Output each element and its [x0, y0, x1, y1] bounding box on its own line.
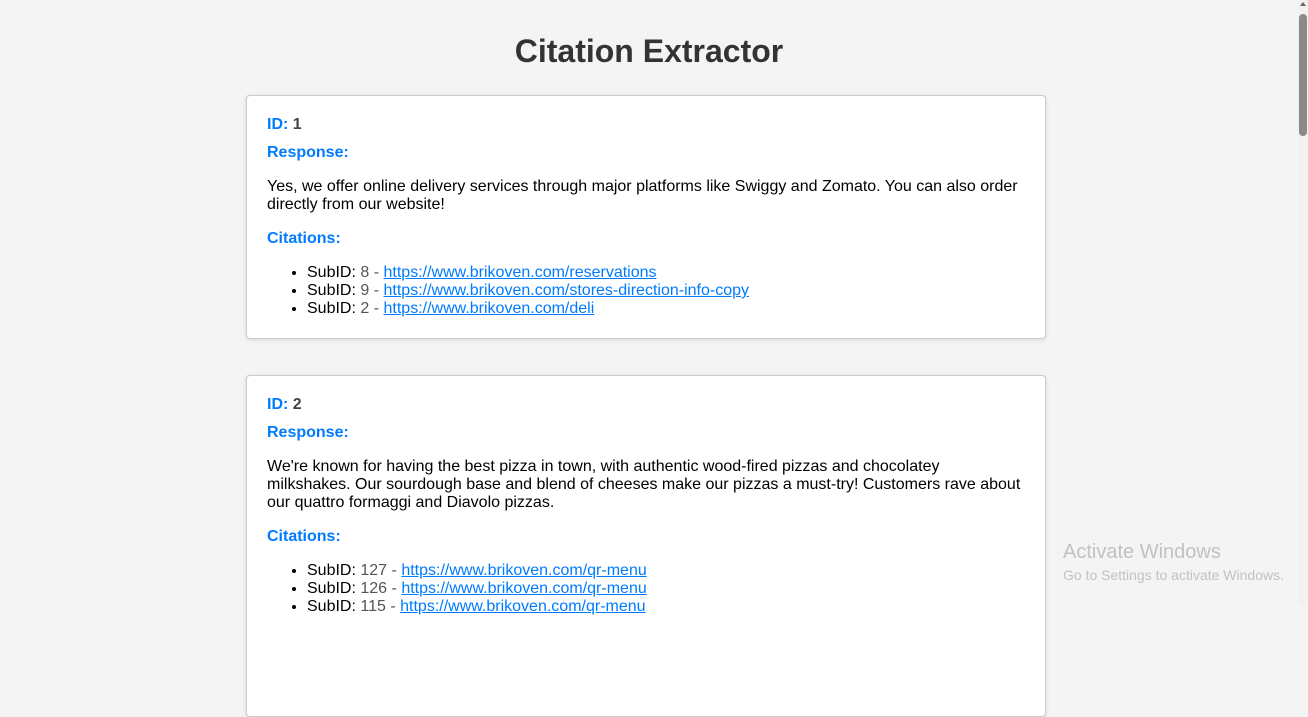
citation-link[interactable]: https://www.brikoven.com/qr-menu [401, 562, 646, 579]
citations-label: Citations: [267, 230, 341, 247]
citation-item: SubID: 126 - https://www.brikoven.com/qr… [307, 580, 1025, 598]
citation-item: SubID: 8 - https://www.brikoven.com/rese… [307, 264, 1025, 282]
response-text: We're known for having the best pizza in… [267, 458, 1021, 511]
page-title: Citation Extractor [514, 33, 784, 69]
separator: - [391, 580, 397, 597]
subid-value: 8 [360, 264, 370, 281]
citation-link[interactable]: https://www.brikoven.com/qr-menu [401, 580, 646, 597]
citations-label: Citations: [267, 528, 341, 545]
citation-link[interactable]: https://www.brikoven.com/reservations [384, 264, 657, 281]
id-value: 2 [292, 396, 302, 413]
subid-label: SubID: [307, 562, 356, 579]
separator: - [373, 264, 380, 281]
scrollbar-thumb[interactable] [1299, 14, 1307, 136]
citation-card: ID: 2 Response: We're known for having t… [246, 375, 1046, 717]
subid-label: SubID: [307, 282, 356, 299]
id-row: ID: 2 [267, 396, 1025, 414]
subid-label: SubID: [307, 264, 356, 281]
subid-value: 115 [360, 598, 386, 615]
vertical-scrollbar[interactable] [1298, 0, 1308, 606]
citation-link[interactable]: https://www.brikoven.com/stores-directio… [384, 282, 749, 299]
subid-value: 127 [360, 562, 388, 579]
citation-link[interactable]: https://www.brikoven.com/qr-menu [400, 598, 645, 615]
subid-value: 9 [360, 282, 370, 299]
subid-label: SubID: [307, 580, 356, 597]
citations-list: SubID: 8 - https://www.brikoven.com/rese… [267, 264, 1025, 318]
citation-card: ID: 1 Response: Yes, we offer online del… [246, 95, 1046, 339]
citation-item: SubID: 2 - https://www.brikoven.com/deli [307, 300, 1025, 318]
response-text: Yes, we offer online delivery services t… [267, 178, 1018, 213]
id-label: ID: [267, 116, 289, 133]
id-value: 1 [292, 116, 302, 133]
citation-link[interactable]: https://www.brikoven.com/deli [384, 300, 595, 317]
response-label: Response: [267, 424, 349, 441]
subid-value: 126 [360, 580, 388, 597]
subid-label: SubID: [307, 598, 356, 615]
id-row: ID: 1 [267, 116, 1025, 134]
activate-windows-watermark: Activate Windows Go to Settings to activ… [1063, 541, 1284, 583]
separator: - [373, 282, 380, 299]
citation-item: SubID: 9 - https://www.brikoven.com/stor… [307, 282, 1025, 300]
subid-label: SubID: [307, 300, 356, 317]
subid-value: 2 [360, 300, 370, 317]
separator: - [373, 300, 380, 317]
id-label: ID: [267, 396, 289, 413]
scroll-up-arrow-icon[interactable] [1300, 2, 1306, 6]
citations-list: SubID: 127 - https://www.brikoven.com/qr… [267, 562, 1025, 616]
watermark-title: Activate Windows [1063, 541, 1221, 563]
citation-item: SubID: 127 - https://www.brikoven.com/qr… [307, 562, 1025, 580]
separator: - [390, 598, 396, 615]
citation-item: SubID: 115 - https://www.brikoven.com/qr… [307, 598, 1025, 616]
response-label: Response: [267, 144, 349, 161]
watermark-subtitle: Go to Settings to activate Windows. [1063, 567, 1284, 583]
separator: - [391, 562, 397, 579]
